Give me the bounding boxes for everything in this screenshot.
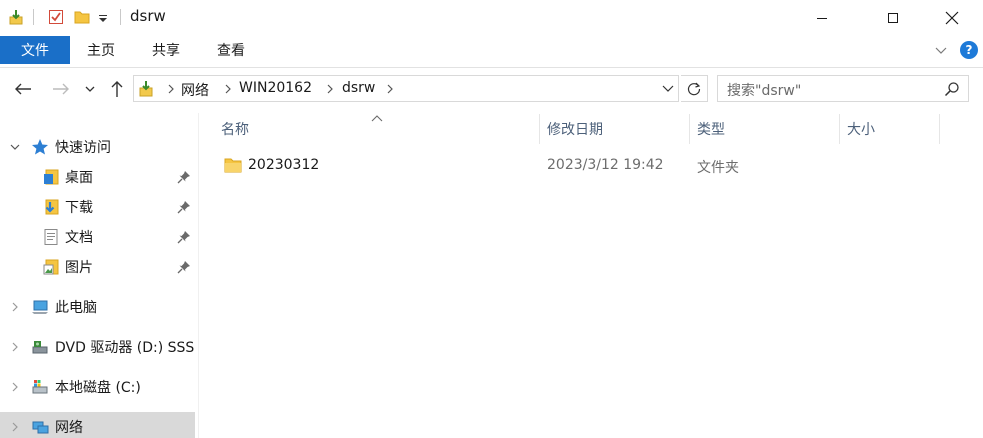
up-button[interactable] — [106, 78, 128, 100]
pin-icon[interactable] — [177, 230, 191, 244]
nav-item-pictures[interactable]: 图片 — [0, 252, 198, 282]
collapse-chevron-icon[interactable] — [9, 381, 21, 393]
breadcrumb-separator-icon[interactable] — [325, 83, 335, 95]
breadcrumb-separator-icon[interactable] — [385, 83, 395, 95]
nav-item-desktop[interactable]: 桌面 — [0, 162, 198, 192]
dvd-drive-icon — [31, 338, 49, 356]
expand-chevron-icon[interactable] — [9, 141, 21, 153]
ribbon-expand-icon[interactable] — [933, 42, 949, 58]
search-placeholder: 搜索"dsrw" — [727, 83, 802, 99]
star-icon — [31, 138, 49, 156]
nav-item-local-disk[interactable]: 本地磁盘 (C:) — [0, 372, 198, 402]
breadcrumb-network[interactable]: 网络 — [181, 80, 209, 100]
ribbon: 文件 主页 共享 查看 ? — [0, 36, 983, 67]
folder-icon — [224, 157, 242, 173]
back-button[interactable] — [12, 78, 34, 100]
up-arrow-icon — [111, 81, 123, 97]
column-header-type[interactable]: 类型 — [697, 114, 725, 144]
network-icon — [137, 80, 155, 98]
pin-icon[interactable] — [177, 260, 191, 274]
recent-locations-button[interactable] — [82, 78, 98, 100]
forward-button[interactable] — [50, 78, 72, 100]
folder-icon[interactable] — [73, 8, 91, 26]
back-arrow-icon — [15, 83, 31, 95]
downloads-icon — [42, 198, 60, 216]
refresh-icon — [687, 82, 701, 95]
file-type: 文件夹 — [697, 160, 739, 176]
column-header-size[interactable]: 大小 — [847, 114, 875, 144]
nav-quick-access-label: 快速访问 — [55, 140, 111, 156]
address-history-dropdown[interactable] — [660, 80, 676, 96]
nav-item-label: 网络 — [55, 420, 83, 436]
breadcrumb-separator-icon[interactable] — [166, 83, 176, 95]
minimize-button[interactable] — [799, 0, 845, 36]
maximize-icon — [888, 13, 898, 23]
pictures-icon — [42, 258, 60, 276]
computer-icon — [31, 298, 49, 316]
search-icon[interactable] — [944, 81, 960, 97]
checkbox-icon[interactable] — [47, 8, 65, 26]
nav-quick-access[interactable]: 快速访问 — [0, 132, 198, 162]
network-icon — [31, 418, 49, 436]
nav-item-label: 图片 — [65, 260, 93, 276]
column-header-date-modified[interactable]: 修改日期 — [547, 114, 603, 144]
address-bar[interactable]: 网络 WIN20162 dsrw — [133, 75, 679, 102]
minimize-icon — [817, 18, 827, 19]
pin-icon[interactable] — [177, 170, 191, 184]
close-button[interactable] — [929, 0, 975, 36]
collapse-chevron-icon[interactable] — [9, 301, 21, 313]
window-title: dsrw — [130, 7, 166, 25]
file-modified-date: 2023/3/12 19:42 — [547, 157, 664, 173]
title-bar: dsrw — [0, 0, 983, 36]
column-header-name[interactable]: 名称 — [221, 114, 249, 144]
nav-item-this-pc[interactable]: 此电脑 — [0, 292, 198, 322]
nav-item-dvd-drive[interactable]: DVD 驱动器 (D:) SSS — [0, 332, 198, 362]
nav-item-label: 本地磁盘 (C:) — [55, 380, 141, 396]
maximize-button[interactable] — [870, 0, 916, 36]
nav-item-label: 下载 — [65, 200, 93, 216]
navigation-pane: 快速访问 桌面 下载 文档 图片 此电脑 DVD 驱动器 (D:) SSS 本地… — [0, 113, 198, 438]
search-input[interactable]: 搜索"dsrw" — [717, 75, 969, 102]
tab-file[interactable]: 文件 — [0, 36, 70, 64]
breadcrumb-folder[interactable]: dsrw — [342, 80, 375, 96]
nav-item-downloads[interactable]: 下载 — [0, 192, 198, 222]
tab-share[interactable]: 共享 — [152, 36, 180, 64]
customize-dropdown-icon[interactable] — [96, 8, 110, 26]
tab-home[interactable]: 主页 — [87, 36, 115, 64]
nav-item-label: DVD 驱动器 (D:) SSS — [55, 340, 195, 356]
nav-item-label: 此电脑 — [55, 300, 97, 316]
help-button[interactable]: ? — [960, 41, 978, 59]
chevron-down-icon — [85, 86, 95, 92]
sort-ascending-icon — [371, 110, 383, 122]
forward-arrow-icon — [53, 83, 69, 95]
collapse-chevron-icon[interactable] — [9, 421, 21, 433]
documents-icon — [42, 228, 60, 246]
pin-icon[interactable] — [177, 200, 191, 214]
nav-item-label: 桌面 — [65, 170, 93, 186]
breadcrumb-host[interactable]: WIN20162 — [239, 80, 312, 96]
refresh-button[interactable] — [681, 75, 708, 102]
tab-view[interactable]: 查看 — [217, 36, 245, 64]
nav-item-documents[interactable]: 文档 — [0, 222, 198, 252]
file-name: 20230312 — [248, 157, 320, 173]
desktop-icon — [42, 168, 60, 186]
breadcrumb-separator-icon[interactable] — [223, 83, 233, 95]
file-row[interactable]: 20230312 2023/3/12 19:42 文件夹 — [217, 151, 939, 181]
local-disk-icon — [31, 378, 49, 396]
collapse-chevron-icon[interactable] — [9, 341, 21, 353]
nav-item-network[interactable]: 网络 — [0, 412, 195, 438]
nav-item-label: 文档 — [65, 230, 93, 246]
chevron-down-icon — [662, 85, 674, 92]
close-icon — [945, 11, 959, 25]
properties-icon[interactable] — [7, 8, 25, 26]
